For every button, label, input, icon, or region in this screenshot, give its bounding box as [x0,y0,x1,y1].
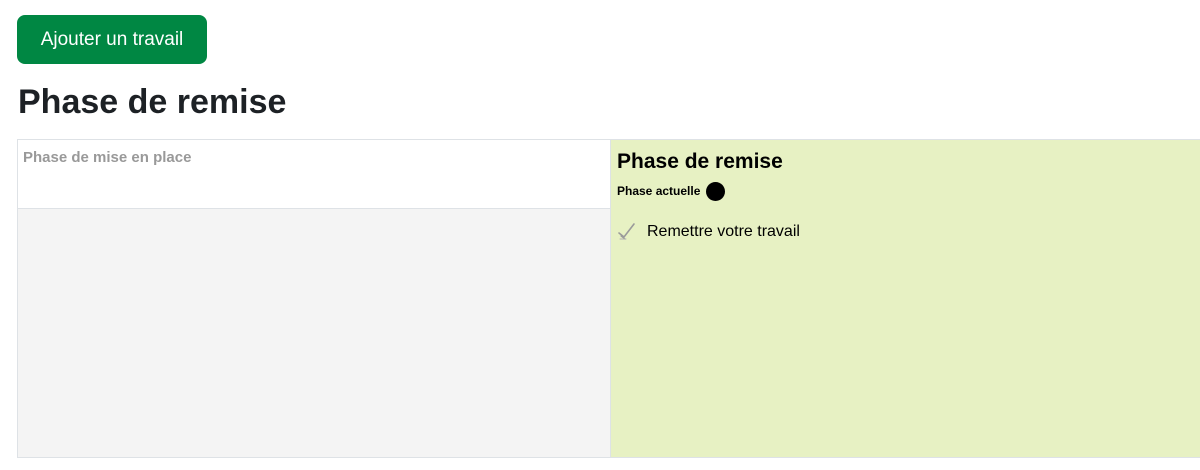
phase-setup-tasks [18,209,610,457]
add-submission-button[interactable]: Ajouter un travail [17,15,207,64]
current-phase-dot-icon [706,181,726,201]
task-item[interactable]: Remettre votre travail [617,222,800,242]
phases-table: Phase de mise en place Phase de remise P… [17,139,1200,458]
phase-submission: Phase de remise Phase actuelle Remettre … [611,140,1200,457]
phase-setup-title: Phase de mise en place [23,149,192,166]
checkmark-icon [617,222,639,242]
current-phase-indicator: Phase actuelle [617,181,726,201]
workshop-page: Ajouter un travail Phase de remise Phase… [0,0,1200,470]
phase-submission-title: Phase de remise [617,150,783,173]
page-title: Phase de remise [18,83,287,121]
task-label: Remettre votre travail [647,223,800,240]
phase-setup: Phase de mise en place [18,140,611,457]
current-phase-label: Phase actuelle [617,184,701,198]
phase-setup-header: Phase de mise en place [18,140,610,209]
